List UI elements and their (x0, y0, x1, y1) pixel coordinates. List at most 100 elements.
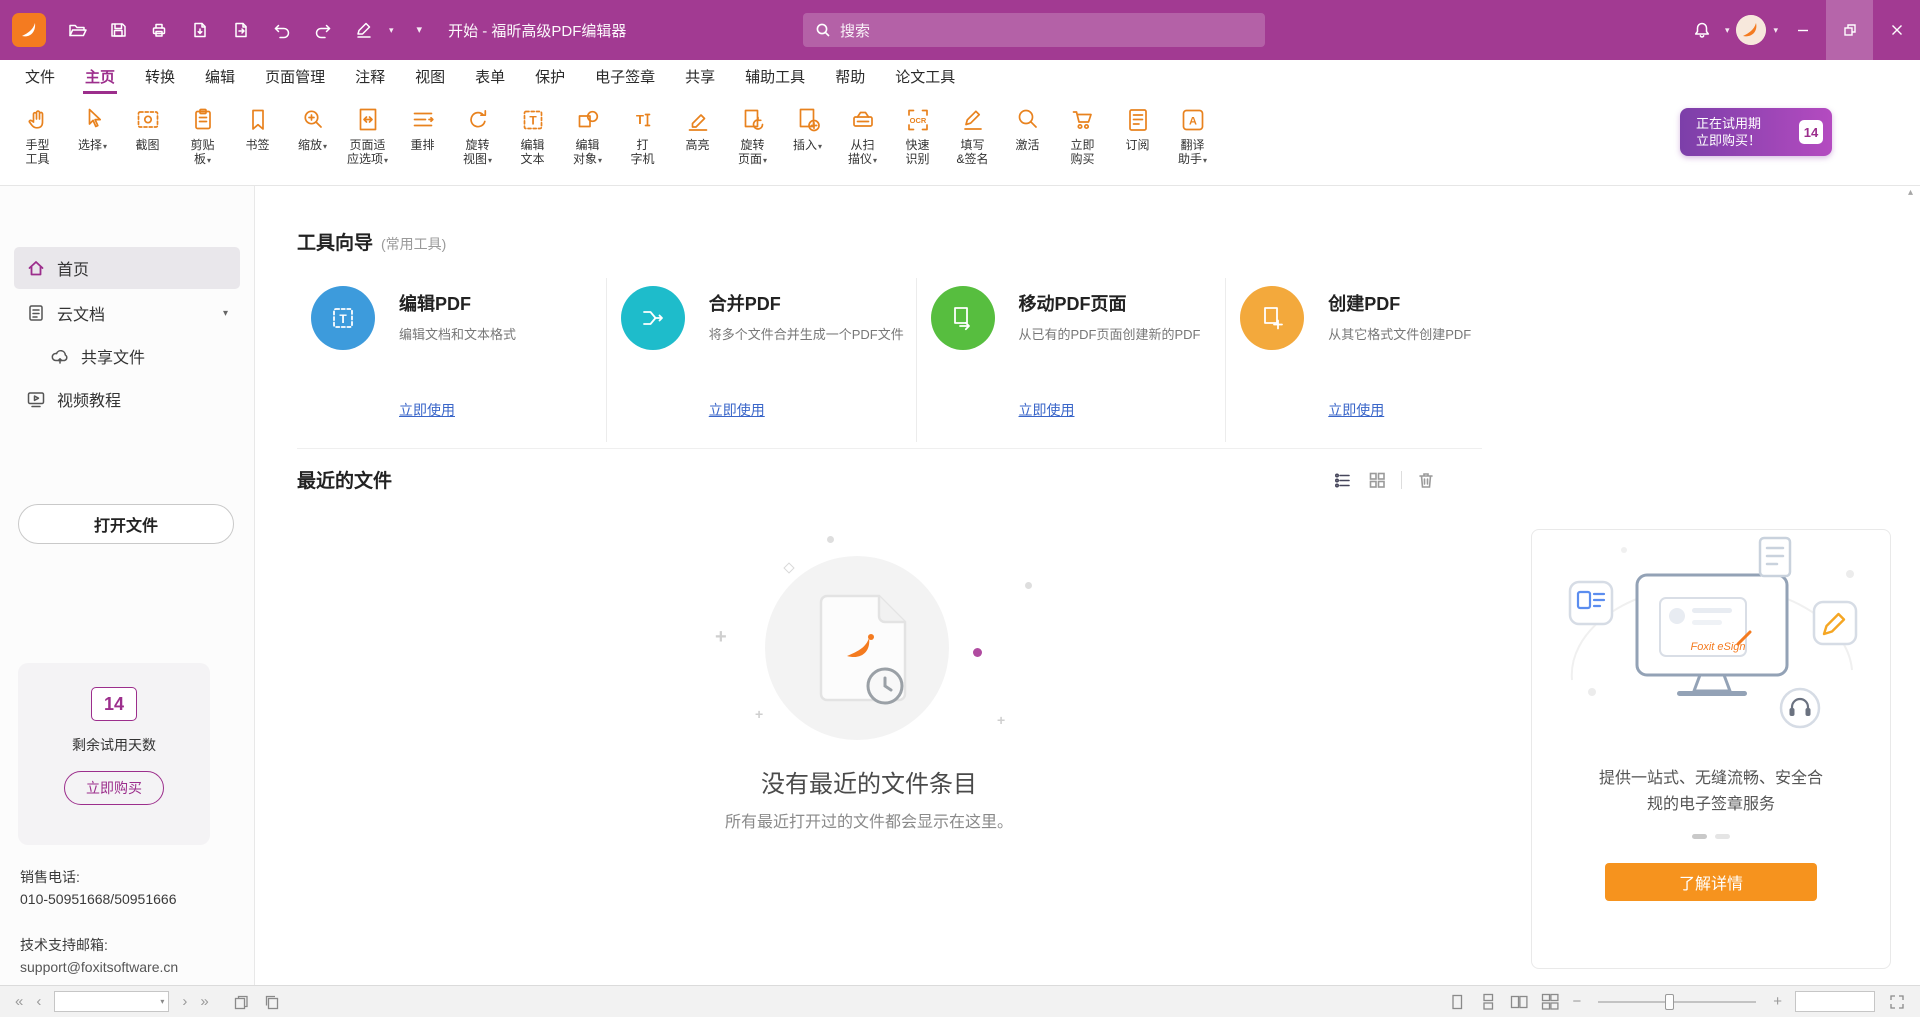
use-now-link[interactable]: 立即使用 (709, 400, 765, 420)
sidebar-item-home[interactable]: 首页 (14, 247, 240, 289)
previous-page-button[interactable]: ‹ (36, 994, 41, 1009)
ribbon-item-translate-assistant[interactable]: A 翻译 助手▾ (1165, 103, 1220, 170)
support-email-label: 技术支持邮箱: (20, 934, 178, 956)
zoom-level-box[interactable] (1795, 991, 1875, 1012)
carousel-dot-active[interactable] (1692, 834, 1707, 839)
menu-form[interactable]: 表单 (460, 60, 520, 96)
continuous-view-icon[interactable] (1479, 993, 1497, 1011)
ribbon-item-bookmark[interactable]: 书签 (230, 103, 285, 154)
sidebar-item-video-tutorials[interactable]: 视频教程 (14, 378, 240, 420)
ribbon-item-zoom[interactable]: 缩放▾ (285, 103, 340, 156)
facing-view-icon[interactable] (1510, 993, 1528, 1011)
zoom-slider-thumb[interactable] (1665, 994, 1674, 1010)
notifications-button[interactable] (1686, 14, 1718, 46)
zoom-slider[interactable] (1598, 1001, 1756, 1003)
use-now-link[interactable]: 立即使用 (1328, 400, 1384, 420)
ribbon-item-buy-now[interactable]: 立即 购买 (1055, 103, 1110, 168)
next-page-button[interactable]: › (182, 994, 187, 1009)
list-view-icon[interactable] (1333, 470, 1353, 490)
menu-accessibility[interactable]: 辅助工具 (730, 60, 820, 96)
minimize-button[interactable] (1779, 0, 1826, 60)
zoom-in-button[interactable]: + (1773, 994, 1782, 1009)
menu-view[interactable]: 视图 (400, 60, 460, 96)
buy-now-button[interactable]: 立即购买 (64, 771, 164, 805)
menu-home[interactable]: 主页 (70, 60, 130, 96)
trash-icon[interactable] (1416, 470, 1436, 490)
use-now-link[interactable]: 立即使用 (1019, 400, 1075, 420)
ribbon-item-rotate-view[interactable]: 旋转 视图▾ (450, 103, 505, 170)
trial-banner[interactable]: 正在试用期 立即购买！ 14 (1680, 108, 1832, 156)
save-button[interactable] (102, 14, 134, 46)
menu-share[interactable]: 共享 (670, 60, 730, 96)
open-folder-button[interactable] (61, 14, 93, 46)
ribbon-item-edit-text[interactable]: T 编辑 文本 (505, 103, 560, 168)
sidebar-item-cloud-docs[interactable]: 云文档 ▾ (14, 292, 240, 334)
user-avatar[interactable] (1736, 15, 1766, 45)
ribbon-item-fill-sign[interactable]: 填写 &签名 (945, 103, 1000, 168)
ribbon-item-clipboard[interactable]: 剪贴 板▾ (175, 103, 230, 170)
menu-esign[interactable]: 电子签章 (580, 60, 670, 96)
close-button[interactable] (1873, 0, 1920, 60)
ribbon-item-edit-object[interactable]: 编辑 对象▾ (560, 103, 615, 170)
last-page-button[interactable]: » (200, 994, 208, 1009)
learn-more-button[interactable]: 了解详情 (1605, 863, 1817, 901)
zoom-level-input[interactable] (1796, 992, 1874, 1011)
restore-button[interactable] (1826, 0, 1873, 60)
scroll-up-icon[interactable]: ▴ (1908, 187, 1913, 198)
redo-button[interactable] (307, 14, 339, 46)
ribbon-item-typewriter[interactable]: T 打 字机 (615, 103, 670, 168)
ribbon-item-from-scanner[interactable]: 从扫 描仪▾ (835, 103, 890, 170)
menu-page-management[interactable]: 页面管理 (250, 60, 340, 96)
ribbon-item-fit-page-options[interactable]: 页面适 应选项▾ (340, 103, 395, 170)
fit-window-icon[interactable] (1888, 993, 1906, 1011)
previous-view-icon[interactable] (232, 993, 250, 1011)
page-number-input[interactable] (55, 995, 160, 1009)
menu-edit[interactable]: 编辑 (190, 60, 250, 96)
select-cursor-icon (78, 105, 108, 135)
foxit-logo[interactable] (12, 13, 46, 47)
sidebar-item-shared-files[interactable]: 共享文件 (38, 337, 240, 375)
page-box-caret-icon[interactable]: ▾ (160, 997, 168, 1006)
ribbon-label: 编辑 对象 (573, 138, 600, 166)
zoom-out-button[interactable]: − (1572, 994, 1581, 1009)
grid-view-icon[interactable] (1367, 470, 1387, 490)
fit-page-icon (353, 105, 383, 135)
menu-help[interactable]: 帮助 (820, 60, 880, 96)
menu-protect[interactable]: 保护 (520, 60, 580, 96)
convert-doc-button[interactable] (225, 14, 257, 46)
esign-caret-icon[interactable]: ▾ (389, 26, 394, 35)
ribbon-item-ocr[interactable]: OCR 快速 识别 (890, 103, 945, 168)
esign-button[interactable] (348, 14, 380, 46)
ribbon-item-subscribe[interactable]: 订阅 (1110, 103, 1165, 154)
expand-caret-icon[interactable]: ▾ (223, 308, 228, 319)
next-view-icon[interactable] (263, 993, 281, 1011)
ribbon-item-highlight[interactable]: 高亮 (670, 103, 725, 154)
caret-down-icon: ▾ (488, 156, 492, 165)
menu-convert[interactable]: 转换 (130, 60, 190, 96)
undo-button[interactable] (266, 14, 298, 46)
page-number-box[interactable]: ▾ (54, 991, 169, 1012)
menu-file[interactable]: 文件 (10, 60, 70, 96)
use-now-link[interactable]: 立即使用 (399, 400, 455, 420)
first-page-button[interactable]: « (15, 994, 23, 1009)
ribbon-item-select[interactable]: 选择▾ (65, 103, 120, 156)
print-button[interactable] (143, 14, 175, 46)
menu-paper-tools[interactable]: 论文工具 (880, 60, 970, 96)
open-file-button[interactable]: 打开文件 (18, 504, 234, 544)
support-email-address[interactable]: support@foxitsoftware.cn (20, 956, 178, 978)
ribbon-item-rotate-pages[interactable]: 旋转 页面▾ (725, 103, 780, 170)
account-caret-icon[interactable]: ▾ (1773, 26, 1778, 35)
facing-continuous-view-icon[interactable] (1541, 993, 1559, 1011)
quick-access-customize-caret[interactable]: ▾ (417, 25, 423, 36)
ribbon-item-activate[interactable]: 激活 (1000, 103, 1055, 154)
notifications-caret-icon[interactable]: ▾ (1725, 26, 1730, 35)
ribbon-item-hand-tool[interactable]: 手型 工具 (10, 103, 65, 168)
menu-comment[interactable]: 注释 (340, 60, 400, 96)
ribbon-item-reflow[interactable]: 重排 (395, 103, 450, 154)
ribbon-item-snapshot[interactable]: 截图 (120, 103, 175, 154)
ribbon-item-insert[interactable]: 插入▾ (780, 103, 835, 156)
carousel-dot[interactable] (1715, 834, 1730, 839)
global-search-box[interactable]: 搜索 (803, 13, 1265, 47)
export-pdf-button[interactable] (184, 14, 216, 46)
single-page-view-icon[interactable] (1448, 993, 1466, 1011)
